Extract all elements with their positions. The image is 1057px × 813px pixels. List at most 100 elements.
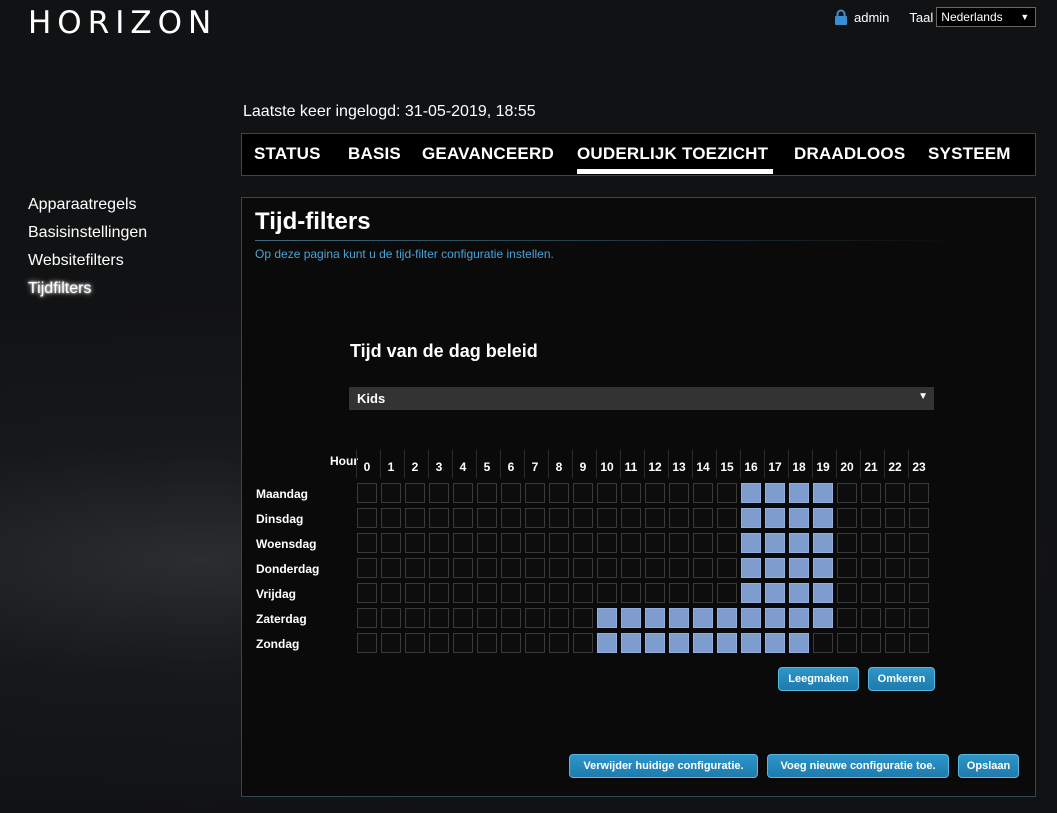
- schedule-cell[interactable]: [813, 483, 833, 503]
- schedule-cell[interactable]: [645, 558, 665, 578]
- schedule-cell[interactable]: [789, 508, 809, 528]
- schedule-cell[interactable]: [861, 558, 881, 578]
- nav-status[interactable]: STATUS: [254, 144, 321, 164]
- nav-systeem[interactable]: SYSTEEM: [928, 144, 1011, 164]
- schedule-cell[interactable]: [573, 533, 593, 553]
- schedule-cell[interactable]: [381, 633, 401, 653]
- schedule-cell[interactable]: [861, 608, 881, 628]
- schedule-cell[interactable]: [837, 508, 857, 528]
- schedule-cell[interactable]: [885, 483, 905, 503]
- schedule-cell[interactable]: [909, 608, 929, 628]
- schedule-cell[interactable]: [549, 583, 569, 603]
- schedule-cell[interactable]: [501, 633, 521, 653]
- schedule-cell[interactable]: [909, 583, 929, 603]
- sidebar-item-apparaatregels[interactable]: Apparaatregels: [28, 196, 147, 224]
- sidebar-item-basisinstellingen[interactable]: Basisinstellingen: [28, 224, 147, 252]
- schedule-cell[interactable]: [429, 633, 449, 653]
- schedule-cell[interactable]: [405, 633, 425, 653]
- schedule-cell[interactable]: [573, 608, 593, 628]
- schedule-cell[interactable]: [837, 533, 857, 553]
- schedule-cell[interactable]: [909, 508, 929, 528]
- schedule-cell[interactable]: [621, 583, 641, 603]
- schedule-cell[interactable]: [861, 633, 881, 653]
- schedule-cell[interactable]: [573, 583, 593, 603]
- schedule-cell[interactable]: [477, 633, 497, 653]
- schedule-cell[interactable]: [717, 633, 737, 653]
- schedule-cell[interactable]: [453, 583, 473, 603]
- schedule-cell[interactable]: [693, 508, 713, 528]
- schedule-cell[interactable]: [813, 533, 833, 553]
- schedule-cell[interactable]: [621, 483, 641, 503]
- invert-button[interactable]: Omkeren: [868, 667, 935, 691]
- schedule-cell[interactable]: [789, 608, 809, 628]
- schedule-cell[interactable]: [741, 608, 761, 628]
- schedule-cell[interactable]: [501, 583, 521, 603]
- schedule-cell[interactable]: [357, 583, 377, 603]
- schedule-cell[interactable]: [381, 483, 401, 503]
- schedule-cell[interactable]: [549, 633, 569, 653]
- schedule-cell[interactable]: [573, 508, 593, 528]
- schedule-cell[interactable]: [597, 483, 617, 503]
- schedule-cell[interactable]: [645, 633, 665, 653]
- schedule-cell[interactable]: [549, 533, 569, 553]
- schedule-cell[interactable]: [621, 558, 641, 578]
- schedule-cell[interactable]: [861, 483, 881, 503]
- schedule-cell[interactable]: [477, 533, 497, 553]
- schedule-cell[interactable]: [717, 608, 737, 628]
- schedule-cell[interactable]: [429, 583, 449, 603]
- schedule-cell[interactable]: [429, 483, 449, 503]
- schedule-cell[interactable]: [741, 483, 761, 503]
- schedule-cell[interactable]: [765, 558, 785, 578]
- schedule-cell[interactable]: [525, 483, 545, 503]
- schedule-cell[interactable]: [453, 533, 473, 553]
- schedule-cell[interactable]: [573, 483, 593, 503]
- schedule-cell[interactable]: [525, 608, 545, 628]
- schedule-cell[interactable]: [909, 633, 929, 653]
- schedule-cell[interactable]: [765, 633, 785, 653]
- schedule-cell[interactable]: [837, 583, 857, 603]
- schedule-cell[interactable]: [429, 608, 449, 628]
- schedule-cell[interactable]: [909, 558, 929, 578]
- save-button[interactable]: Opslaan: [958, 754, 1019, 778]
- schedule-cell[interactable]: [621, 608, 641, 628]
- schedule-cell[interactable]: [789, 583, 809, 603]
- schedule-cell[interactable]: [477, 583, 497, 603]
- schedule-cell[interactable]: [885, 508, 905, 528]
- schedule-cell[interactable]: [429, 533, 449, 553]
- schedule-cell[interactable]: [837, 483, 857, 503]
- schedule-cell[interactable]: [861, 508, 881, 528]
- schedule-cell[interactable]: [885, 558, 905, 578]
- schedule-cell[interactable]: [669, 558, 689, 578]
- schedule-cell[interactable]: [789, 558, 809, 578]
- schedule-cell[interactable]: [573, 633, 593, 653]
- schedule-cell[interactable]: [357, 608, 377, 628]
- nav-geavanceerd[interactable]: GEAVANCEERD: [422, 144, 554, 164]
- schedule-cell[interactable]: [501, 483, 521, 503]
- schedule-cell[interactable]: [741, 508, 761, 528]
- schedule-cell[interactable]: [357, 533, 377, 553]
- schedule-cell[interactable]: [885, 633, 905, 653]
- schedule-cell[interactable]: [789, 633, 809, 653]
- schedule-cell[interactable]: [597, 508, 617, 528]
- schedule-cell[interactable]: [717, 483, 737, 503]
- nav-basis[interactable]: BASIS: [348, 144, 401, 164]
- schedule-cell[interactable]: [381, 608, 401, 628]
- schedule-cell[interactable]: [357, 633, 377, 653]
- schedule-cell[interactable]: [717, 558, 737, 578]
- schedule-cell[interactable]: [741, 558, 761, 578]
- schedule-cell[interactable]: [693, 583, 713, 603]
- schedule-cell[interactable]: [501, 558, 521, 578]
- sidebar-item-websitefilters[interactable]: Websitefilters: [28, 252, 147, 280]
- schedule-cell[interactable]: [765, 508, 785, 528]
- sidebar-item-tijdfilters[interactable]: Tijdfilters: [28, 280, 147, 308]
- schedule-cell[interactable]: [405, 533, 425, 553]
- schedule-cell[interactable]: [669, 633, 689, 653]
- schedule-cell[interactable]: [813, 558, 833, 578]
- schedule-cell[interactable]: [645, 583, 665, 603]
- schedule-cell[interactable]: [885, 533, 905, 553]
- schedule-cell[interactable]: [525, 633, 545, 653]
- schedule-cell[interactable]: [621, 508, 641, 528]
- schedule-cell[interactable]: [429, 508, 449, 528]
- schedule-cell[interactable]: [453, 508, 473, 528]
- schedule-cell[interactable]: [741, 533, 761, 553]
